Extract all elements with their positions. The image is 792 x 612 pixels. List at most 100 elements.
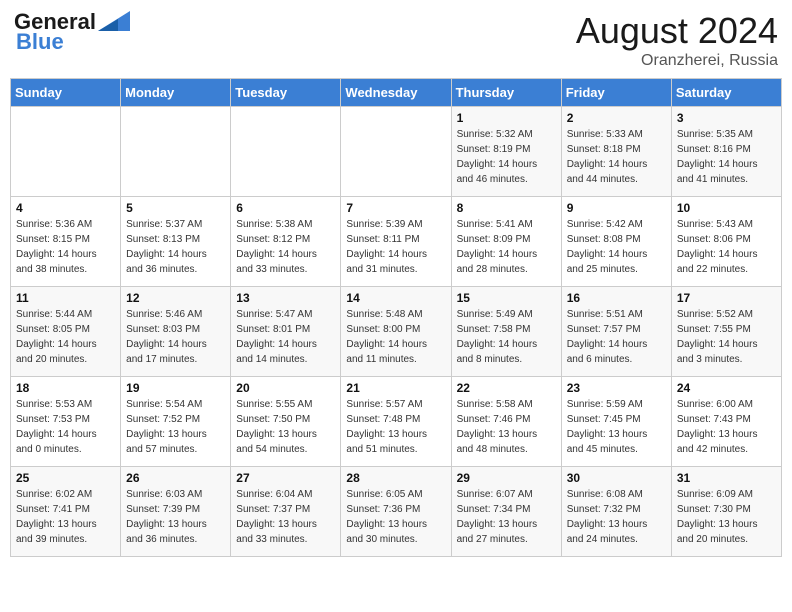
calendar-week-row: 18 Sunrise: 5:53 AM Sunset: 7:53 PM Dayli…: [11, 377, 782, 467]
day-number: 8: [457, 201, 556, 215]
day-info: Sunrise: 5:53 AM Sunset: 7:53 PM Dayligh…: [16, 397, 115, 457]
calendar-day-cell: 24 Sunrise: 6:00 AM Sunset: 7:43 PM Dayli…: [671, 377, 781, 467]
day-info: Sunrise: 5:35 AM Sunset: 8:16 PM Dayligh…: [677, 127, 776, 187]
day-info: Sunrise: 5:46 AM Sunset: 8:03 PM Dayligh…: [126, 307, 225, 367]
location-subtitle: Oranzherei, Russia: [576, 52, 778, 70]
calendar-week-row: 11Sunrise: 5:44 AM Sunset: 8:05 PM Dayli…: [11, 287, 782, 377]
day-info: Sunrise: 6:08 AM Sunset: 7:32 PM Dayligh…: [567, 487, 666, 547]
calendar-day-cell: 6 Sunrise: 5:38 AM Sunset: 8:12 PM Daylig…: [231, 197, 341, 287]
calendar-day-cell: 18 Sunrise: 5:53 AM Sunset: 7:53 PM Dayli…: [11, 377, 121, 467]
logo-blue-text: Blue: [16, 30, 64, 54]
calendar-day-cell: 2 Sunrise: 5:33 AM Sunset: 8:18 PM Daylig…: [561, 107, 671, 197]
day-number: 27: [236, 471, 335, 485]
day-info: Sunrise: 5:55 AM Sunset: 7:50 PM Dayligh…: [236, 397, 335, 457]
calendar-day-cell: 13 Sunrise: 5:47 AM Sunset: 8:01 PM Dayli…: [231, 287, 341, 377]
day-number: 30: [567, 471, 666, 485]
day-number: 22: [457, 381, 556, 395]
day-number: 23: [567, 381, 666, 395]
day-number: 24: [677, 381, 776, 395]
day-of-week-header: Thursday: [451, 79, 561, 107]
logo-icon: [98, 11, 130, 31]
calendar-day-cell: [341, 107, 451, 197]
day-number: 9: [567, 201, 666, 215]
day-info: Sunrise: 5:33 AM Sunset: 8:18 PM Dayligh…: [567, 127, 666, 187]
day-info: Sunrise: 5:57 AM Sunset: 7:48 PM Dayligh…: [346, 397, 445, 457]
calendar-day-cell: 1Sunrise: 5:32 AM Sunset: 8:19 PM Daylig…: [451, 107, 561, 197]
day-number: 16: [567, 291, 666, 305]
day-info: Sunrise: 5:42 AM Sunset: 8:08 PM Dayligh…: [567, 217, 666, 277]
day-number: 31: [677, 471, 776, 485]
calendar-day-cell: [121, 107, 231, 197]
day-info: Sunrise: 5:38 AM Sunset: 8:12 PM Dayligh…: [236, 217, 335, 277]
calendar-day-cell: 7 Sunrise: 5:39 AM Sunset: 8:11 PM Daylig…: [341, 197, 451, 287]
day-number: 3: [677, 111, 776, 125]
calendar-day-cell: 14Sunrise: 5:48 AM Sunset: 8:00 PM Dayli…: [341, 287, 451, 377]
day-info: Sunrise: 6:02 AM Sunset: 7:41 PM Dayligh…: [16, 487, 115, 547]
calendar-day-cell: 9 Sunrise: 5:42 AM Sunset: 8:08 PM Daylig…: [561, 197, 671, 287]
day-info: Sunrise: 6:04 AM Sunset: 7:37 PM Dayligh…: [236, 487, 335, 547]
day-number: 21: [346, 381, 445, 395]
calendar-day-cell: 22 Sunrise: 5:58 AM Sunset: 7:46 PM Dayli…: [451, 377, 561, 467]
day-info: Sunrise: 5:51 AM Sunset: 7:57 PM Dayligh…: [567, 307, 666, 367]
calendar-day-cell: 31 Sunrise: 6:09 AM Sunset: 7:30 PM Dayli…: [671, 467, 781, 557]
day-info: Sunrise: 5:59 AM Sunset: 7:45 PM Dayligh…: [567, 397, 666, 457]
calendar-day-cell: 4 Sunrise: 5:36 AM Sunset: 8:15 PM Daylig…: [11, 197, 121, 287]
calendar-day-cell: 8Sunrise: 5:41 AM Sunset: 8:09 PM Daylig…: [451, 197, 561, 287]
day-of-week-header: Monday: [121, 79, 231, 107]
day-number: 4: [16, 201, 115, 215]
calendar-day-cell: 28 Sunrise: 6:05 AM Sunset: 7:36 PM Dayli…: [341, 467, 451, 557]
calendar-week-row: 25 Sunrise: 6:02 AM Sunset: 7:41 PM Dayli…: [11, 467, 782, 557]
calendar-day-cell: 5 Sunrise: 5:37 AM Sunset: 8:13 PM Daylig…: [121, 197, 231, 287]
day-number: 15: [457, 291, 556, 305]
calendar-day-cell: 3 Sunrise: 5:35 AM Sunset: 8:16 PM Daylig…: [671, 107, 781, 197]
day-info: Sunrise: 5:39 AM Sunset: 8:11 PM Dayligh…: [346, 217, 445, 277]
calendar-day-cell: [231, 107, 341, 197]
day-of-week-header: Wednesday: [341, 79, 451, 107]
day-number: 12: [126, 291, 225, 305]
day-number: 1: [457, 111, 556, 125]
day-info: Sunrise: 5:49 AM Sunset: 7:58 PM Dayligh…: [457, 307, 556, 367]
day-number: 18: [16, 381, 115, 395]
day-number: 26: [126, 471, 225, 485]
day-of-week-header: Sunday: [11, 79, 121, 107]
day-number: 25: [16, 471, 115, 485]
calendar-day-cell: 19Sunrise: 5:54 AM Sunset: 7:52 PM Dayli…: [121, 377, 231, 467]
calendar-day-cell: 17Sunrise: 5:52 AM Sunset: 7:55 PM Dayli…: [671, 287, 781, 377]
day-number: 2: [567, 111, 666, 125]
page-header: General Blue August 2024 Oranzherei, Rus…: [10, 10, 782, 70]
day-number: 7: [346, 201, 445, 215]
day-number: 28: [346, 471, 445, 485]
day-info: Sunrise: 5:54 AM Sunset: 7:52 PM Dayligh…: [126, 397, 225, 457]
day-number: 11: [16, 291, 115, 305]
day-number: 13: [236, 291, 335, 305]
calendar-day-cell: 30 Sunrise: 6:08 AM Sunset: 7:32 PM Dayli…: [561, 467, 671, 557]
calendar-header-row: SundayMondayTuesdayWednesdayThursdayFrid…: [11, 79, 782, 107]
calendar-day-cell: 26 Sunrise: 6:03 AM Sunset: 7:39 PM Dayli…: [121, 467, 231, 557]
calendar-table: SundayMondayTuesdayWednesdayThursdayFrid…: [10, 78, 782, 557]
day-info: Sunrise: 5:36 AM Sunset: 8:15 PM Dayligh…: [16, 217, 115, 277]
calendar-day-cell: 27 Sunrise: 6:04 AM Sunset: 7:37 PM Dayli…: [231, 467, 341, 557]
day-info: Sunrise: 6:03 AM Sunset: 7:39 PM Dayligh…: [126, 487, 225, 547]
calendar-day-cell: 23 Sunrise: 5:59 AM Sunset: 7:45 PM Dayli…: [561, 377, 671, 467]
day-number: 5: [126, 201, 225, 215]
day-info: Sunrise: 5:48 AM Sunset: 8:00 PM Dayligh…: [346, 307, 445, 367]
day-info: Sunrise: 5:47 AM Sunset: 8:01 PM Dayligh…: [236, 307, 335, 367]
title-block: August 2024 Oranzherei, Russia: [576, 10, 778, 70]
day-number: 17: [677, 291, 776, 305]
day-info: Sunrise: 5:37 AM Sunset: 8:13 PM Dayligh…: [126, 217, 225, 277]
day-info: Sunrise: 5:58 AM Sunset: 7:46 PM Dayligh…: [457, 397, 556, 457]
day-of-week-header: Tuesday: [231, 79, 341, 107]
day-number: 6: [236, 201, 335, 215]
calendar-week-row: 4 Sunrise: 5:36 AM Sunset: 8:15 PM Daylig…: [11, 197, 782, 287]
calendar-day-cell: 15 Sunrise: 5:49 AM Sunset: 7:58 PM Dayli…: [451, 287, 561, 377]
calendar-day-cell: 10Sunrise: 5:43 AM Sunset: 8:06 PM Dayli…: [671, 197, 781, 287]
calendar-day-cell: 29 Sunrise: 6:07 AM Sunset: 7:34 PM Dayli…: [451, 467, 561, 557]
day-number: 29: [457, 471, 556, 485]
calendar-week-row: 1Sunrise: 5:32 AM Sunset: 8:19 PM Daylig…: [11, 107, 782, 197]
day-info: Sunrise: 6:05 AM Sunset: 7:36 PM Dayligh…: [346, 487, 445, 547]
day-info: Sunrise: 6:09 AM Sunset: 7:30 PM Dayligh…: [677, 487, 776, 547]
day-info: Sunrise: 6:07 AM Sunset: 7:34 PM Dayligh…: [457, 487, 556, 547]
calendar-day-cell: 25 Sunrise: 6:02 AM Sunset: 7:41 PM Dayli…: [11, 467, 121, 557]
day-info: Sunrise: 6:00 AM Sunset: 7:43 PM Dayligh…: [677, 397, 776, 457]
day-of-week-header: Saturday: [671, 79, 781, 107]
